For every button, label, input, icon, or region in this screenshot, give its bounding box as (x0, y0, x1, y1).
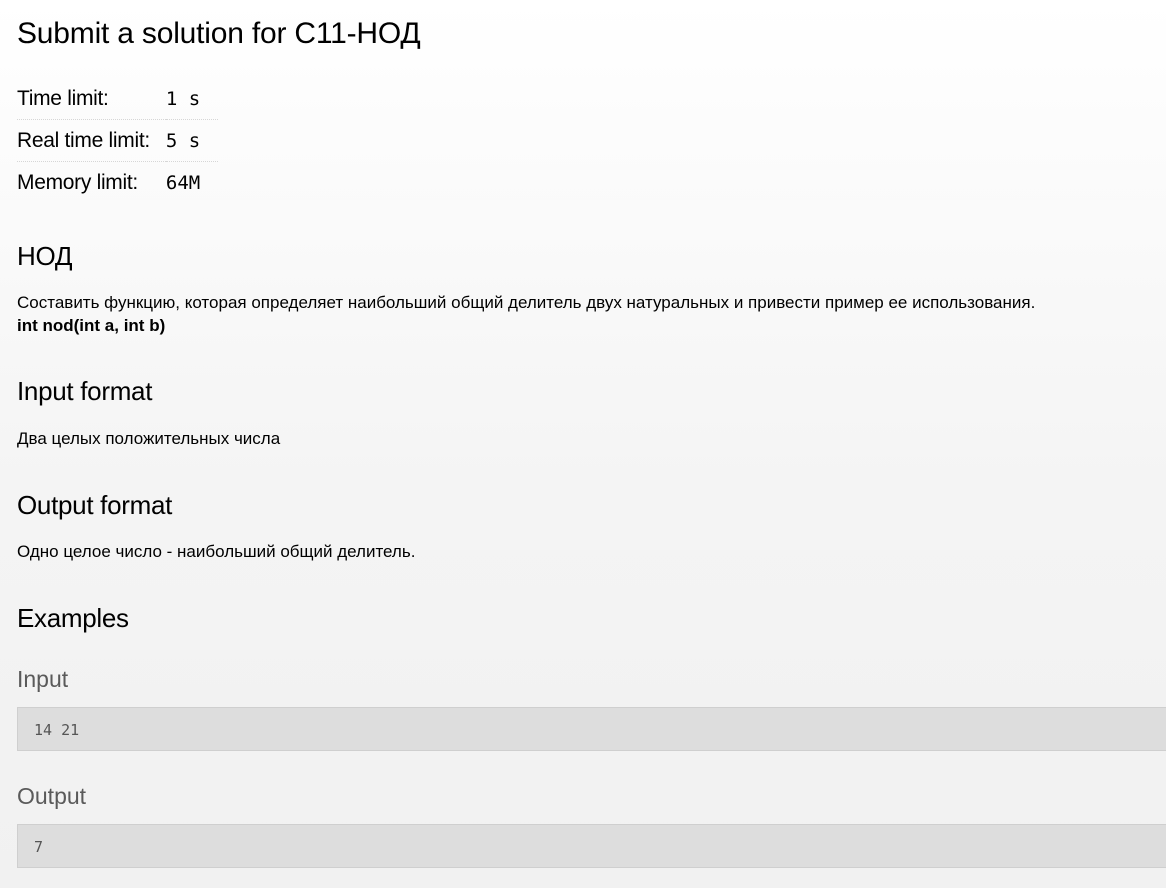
time-limit-row: Time limit: 1 s (17, 78, 218, 120)
time-limit-label: Time limit: (17, 78, 166, 120)
page-title: Submit a solution for C11-НОД (17, 17, 421, 50)
output-format-title: Output format (17, 490, 173, 520)
real-time-limit-value: 5 s (165, 119, 218, 162)
output-format-text: Одно целое число - наибольший общий дели… (17, 542, 416, 561)
example-output-label: Output (17, 783, 87, 809)
real-time-limit-label: Real time limit: (17, 119, 166, 162)
function-signature: int nod(int a, int b) (17, 316, 166, 335)
example-input-label: Input (17, 666, 69, 692)
statement-text: Составить функцию, которая определяет на… (17, 293, 1036, 312)
memory-limit-value: 64M (165, 171, 201, 194)
example-input-box[interactable]: 14 21 (17, 707, 1166, 751)
memory-limit-row: Memory limit: 64M (17, 162, 218, 204)
memory-limit-label: Memory limit: (17, 170, 138, 194)
limits-table: Time limit: 1 s Real time limit: 5 s Mem… (17, 78, 218, 203)
input-format-title: Input format (17, 376, 153, 406)
example-output-box[interactable]: 7 (17, 824, 1166, 868)
examples-title: Examples (17, 603, 129, 633)
time-limit-value: 1 s (165, 78, 218, 120)
input-format-text: Два целых положительных числа (17, 429, 281, 448)
statement-title: НОД (17, 241, 73, 271)
real-time-limit-row: Real time limit: 5 s (17, 119, 218, 162)
